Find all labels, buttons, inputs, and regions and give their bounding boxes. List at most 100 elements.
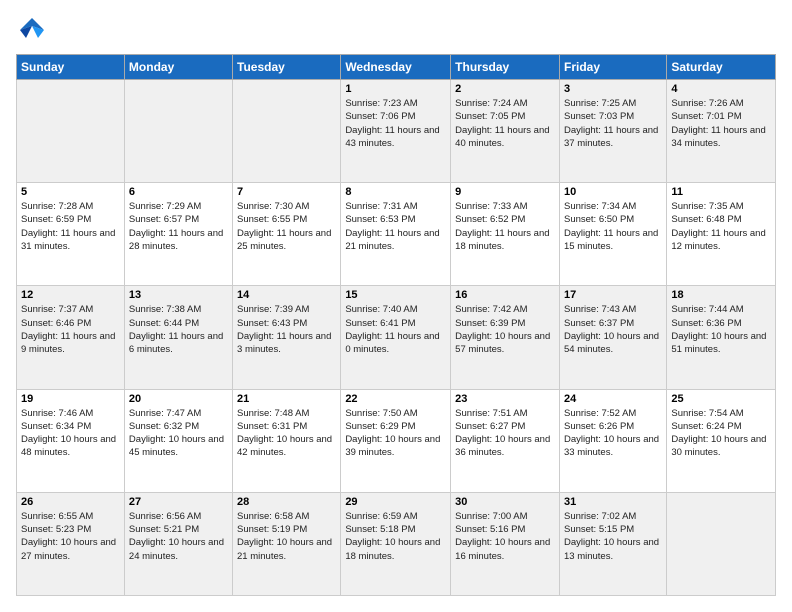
day-cell: 8Sunrise: 7:31 AM Sunset: 6:53 PM Daylig… bbox=[341, 183, 451, 286]
day-number: 25 bbox=[671, 393, 771, 405]
day-detail: Sunrise: 7:02 AM Sunset: 5:15 PM Dayligh… bbox=[564, 510, 662, 563]
day-detail: Sunrise: 6:59 AM Sunset: 5:18 PM Dayligh… bbox=[345, 510, 446, 563]
day-cell: 12 Sunrise: 7:37 AM Sunset: 6:46 PM Dayli… bbox=[17, 286, 125, 389]
calendar-table: SundayMondayTuesdayWednesdayThursdayFrid… bbox=[16, 54, 776, 596]
week-row-4: 19Sunrise: 7:46 AM Sunset: 6:34 PM Dayli… bbox=[17, 389, 776, 492]
logo bbox=[16, 16, 46, 44]
day-cell: 13Sunrise: 7:38 AM Sunset: 6:44 PM Dayli… bbox=[124, 286, 232, 389]
day-cell bbox=[233, 80, 341, 183]
day-cell: 5Sunrise: 7:28 AM Sunset: 6:59 PM Daylig… bbox=[17, 183, 125, 286]
logo-icon bbox=[18, 16, 46, 44]
week-row-1: 1Sunrise: 7:23 AM Sunset: 7:06 PM Daylig… bbox=[17, 80, 776, 183]
day-header-sunday: Sunday bbox=[17, 55, 125, 80]
day-cell: 28 Sunrise: 6:58 AM Sunset: 5:19 PM Dayli… bbox=[233, 492, 341, 595]
day-detail: Sunrise: 6:58 AM Sunset: 5:19 PM Dayligh… bbox=[237, 510, 336, 563]
day-cell: 7 Sunrise: 7:30 AM Sunset: 6:55 PM Daylig… bbox=[233, 183, 341, 286]
day-number: 7 bbox=[237, 186, 336, 198]
week-row-5: 26 Sunrise: 6:55 AM Sunset: 5:23 PM Dayli… bbox=[17, 492, 776, 595]
day-number: 15 bbox=[345, 289, 446, 301]
page: SundayMondayTuesdayWednesdayThursdayFrid… bbox=[0, 0, 792, 612]
day-cell: 22Sunrise: 7:50 AM Sunset: 6:29 PM Dayli… bbox=[341, 389, 451, 492]
day-cell: 30 Sunrise: 7:00 AM Sunset: 5:16 PM Dayli… bbox=[451, 492, 560, 595]
day-cell: 4 Sunrise: 7:26 AM Sunset: 7:01 PM Daylig… bbox=[667, 80, 776, 183]
day-number: 31 bbox=[564, 496, 662, 508]
day-detail: Sunrise: 7:47 AM Sunset: 6:32 PM Dayligh… bbox=[129, 407, 228, 460]
day-detail: Sunrise: 7:31 AM Sunset: 6:53 PM Dayligh… bbox=[345, 200, 446, 253]
day-detail: Sunrise: 7:50 AM Sunset: 6:29 PM Dayligh… bbox=[345, 407, 446, 460]
day-header-tuesday: Tuesday bbox=[233, 55, 341, 80]
day-number: 4 bbox=[671, 83, 771, 95]
day-cell: 19Sunrise: 7:46 AM Sunset: 6:34 PM Dayli… bbox=[17, 389, 125, 492]
day-detail: Sunrise: 7:26 AM Sunset: 7:01 PM Dayligh… bbox=[671, 97, 771, 150]
day-detail: Sunrise: 7:23 AM Sunset: 7:06 PM Dayligh… bbox=[345, 97, 446, 150]
day-number: 11 bbox=[671, 186, 771, 198]
day-detail: Sunrise: 7:44 AM Sunset: 6:36 PM Dayligh… bbox=[671, 303, 771, 356]
day-number: 26 bbox=[21, 496, 120, 508]
day-number: 6 bbox=[129, 186, 228, 198]
day-number: 30 bbox=[455, 496, 555, 508]
day-detail: Sunrise: 6:56 AM Sunset: 5:21 PM Dayligh… bbox=[129, 510, 228, 563]
day-cell: 23 Sunrise: 7:51 AM Sunset: 6:27 PM Dayli… bbox=[451, 389, 560, 492]
day-cell: 25Sunrise: 7:54 AM Sunset: 6:24 PM Dayli… bbox=[667, 389, 776, 492]
day-header-friday: Friday bbox=[559, 55, 666, 80]
header-row: SundayMondayTuesdayWednesdayThursdayFrid… bbox=[17, 55, 776, 80]
day-cell: 1Sunrise: 7:23 AM Sunset: 7:06 PM Daylig… bbox=[341, 80, 451, 183]
day-cell bbox=[667, 492, 776, 595]
header bbox=[16, 16, 776, 44]
day-cell: 16 Sunrise: 7:42 AM Sunset: 6:39 PM Dayli… bbox=[451, 286, 560, 389]
day-cell: 18 Sunrise: 7:44 AM Sunset: 6:36 PM Dayli… bbox=[667, 286, 776, 389]
week-row-2: 5Sunrise: 7:28 AM Sunset: 6:59 PM Daylig… bbox=[17, 183, 776, 286]
day-number: 5 bbox=[21, 186, 120, 198]
day-number: 13 bbox=[129, 289, 228, 301]
day-cell: 24Sunrise: 7:52 AM Sunset: 6:26 PM Dayli… bbox=[559, 389, 666, 492]
day-cell: 15 Sunrise: 7:40 AM Sunset: 6:41 PM Dayli… bbox=[341, 286, 451, 389]
day-header-monday: Monday bbox=[124, 55, 232, 80]
day-detail: Sunrise: 7:34 AM Sunset: 6:50 PM Dayligh… bbox=[564, 200, 662, 253]
day-detail: Sunrise: 7:35 AM Sunset: 6:48 PM Dayligh… bbox=[671, 200, 771, 253]
day-number: 20 bbox=[129, 393, 228, 405]
day-detail: Sunrise: 7:42 AM Sunset: 6:39 PM Dayligh… bbox=[455, 303, 555, 356]
day-number: 14 bbox=[237, 289, 336, 301]
day-cell: 9Sunrise: 7:33 AM Sunset: 6:52 PM Daylig… bbox=[451, 183, 560, 286]
day-number: 18 bbox=[671, 289, 771, 301]
day-number: 17 bbox=[564, 289, 662, 301]
day-number: 9 bbox=[455, 186, 555, 198]
day-detail: Sunrise: 7:29 AM Sunset: 6:57 PM Dayligh… bbox=[129, 200, 228, 253]
day-cell bbox=[124, 80, 232, 183]
day-cell: 20 Sunrise: 7:47 AM Sunset: 6:32 PM Dayli… bbox=[124, 389, 232, 492]
day-cell: 2Sunrise: 7:24 AM Sunset: 7:05 PM Daylig… bbox=[451, 80, 560, 183]
week-row-3: 12 Sunrise: 7:37 AM Sunset: 6:46 PM Dayli… bbox=[17, 286, 776, 389]
day-cell: 27 Sunrise: 6:56 AM Sunset: 5:21 PM Dayli… bbox=[124, 492, 232, 595]
day-cell: 14 Sunrise: 7:39 AM Sunset: 6:43 PM Dayli… bbox=[233, 286, 341, 389]
day-cell: 6 Sunrise: 7:29 AM Sunset: 6:57 PM Daylig… bbox=[124, 183, 232, 286]
day-detail: Sunrise: 7:39 AM Sunset: 6:43 PM Dayligh… bbox=[237, 303, 336, 356]
day-detail: Sunrise: 7:24 AM Sunset: 7:05 PM Dayligh… bbox=[455, 97, 555, 150]
day-detail: Sunrise: 7:37 AM Sunset: 6:46 PM Dayligh… bbox=[21, 303, 120, 356]
day-cell: 3 Sunrise: 7:25 AM Sunset: 7:03 PM Daylig… bbox=[559, 80, 666, 183]
day-detail: Sunrise: 7:48 AM Sunset: 6:31 PM Dayligh… bbox=[237, 407, 336, 460]
day-detail: Sunrise: 7:00 AM Sunset: 5:16 PM Dayligh… bbox=[455, 510, 555, 563]
day-detail: Sunrise: 7:51 AM Sunset: 6:27 PM Dayligh… bbox=[455, 407, 555, 460]
day-number: 27 bbox=[129, 496, 228, 508]
day-detail: Sunrise: 7:30 AM Sunset: 6:55 PM Dayligh… bbox=[237, 200, 336, 253]
day-detail: Sunrise: 7:40 AM Sunset: 6:41 PM Dayligh… bbox=[345, 303, 446, 356]
day-number: 24 bbox=[564, 393, 662, 405]
day-detail: Sunrise: 7:25 AM Sunset: 7:03 PM Dayligh… bbox=[564, 97, 662, 150]
day-number: 10 bbox=[564, 186, 662, 198]
day-cell: 11 Sunrise: 7:35 AM Sunset: 6:48 PM Dayli… bbox=[667, 183, 776, 286]
day-number: 12 bbox=[21, 289, 120, 301]
day-cell bbox=[17, 80, 125, 183]
day-number: 3 bbox=[564, 83, 662, 95]
day-cell: 21 Sunrise: 7:48 AM Sunset: 6:31 PM Dayli… bbox=[233, 389, 341, 492]
day-cell: 31 Sunrise: 7:02 AM Sunset: 5:15 PM Dayli… bbox=[559, 492, 666, 595]
day-number: 19 bbox=[21, 393, 120, 405]
day-detail: Sunrise: 6:55 AM Sunset: 5:23 PM Dayligh… bbox=[21, 510, 120, 563]
day-number: 21 bbox=[237, 393, 336, 405]
day-cell: 26 Sunrise: 6:55 AM Sunset: 5:23 PM Dayli… bbox=[17, 492, 125, 595]
day-number: 29 bbox=[345, 496, 446, 508]
day-number: 23 bbox=[455, 393, 555, 405]
day-number: 28 bbox=[237, 496, 336, 508]
day-cell: 10 Sunrise: 7:34 AM Sunset: 6:50 PM Dayli… bbox=[559, 183, 666, 286]
day-header-saturday: Saturday bbox=[667, 55, 776, 80]
day-number: 16 bbox=[455, 289, 555, 301]
